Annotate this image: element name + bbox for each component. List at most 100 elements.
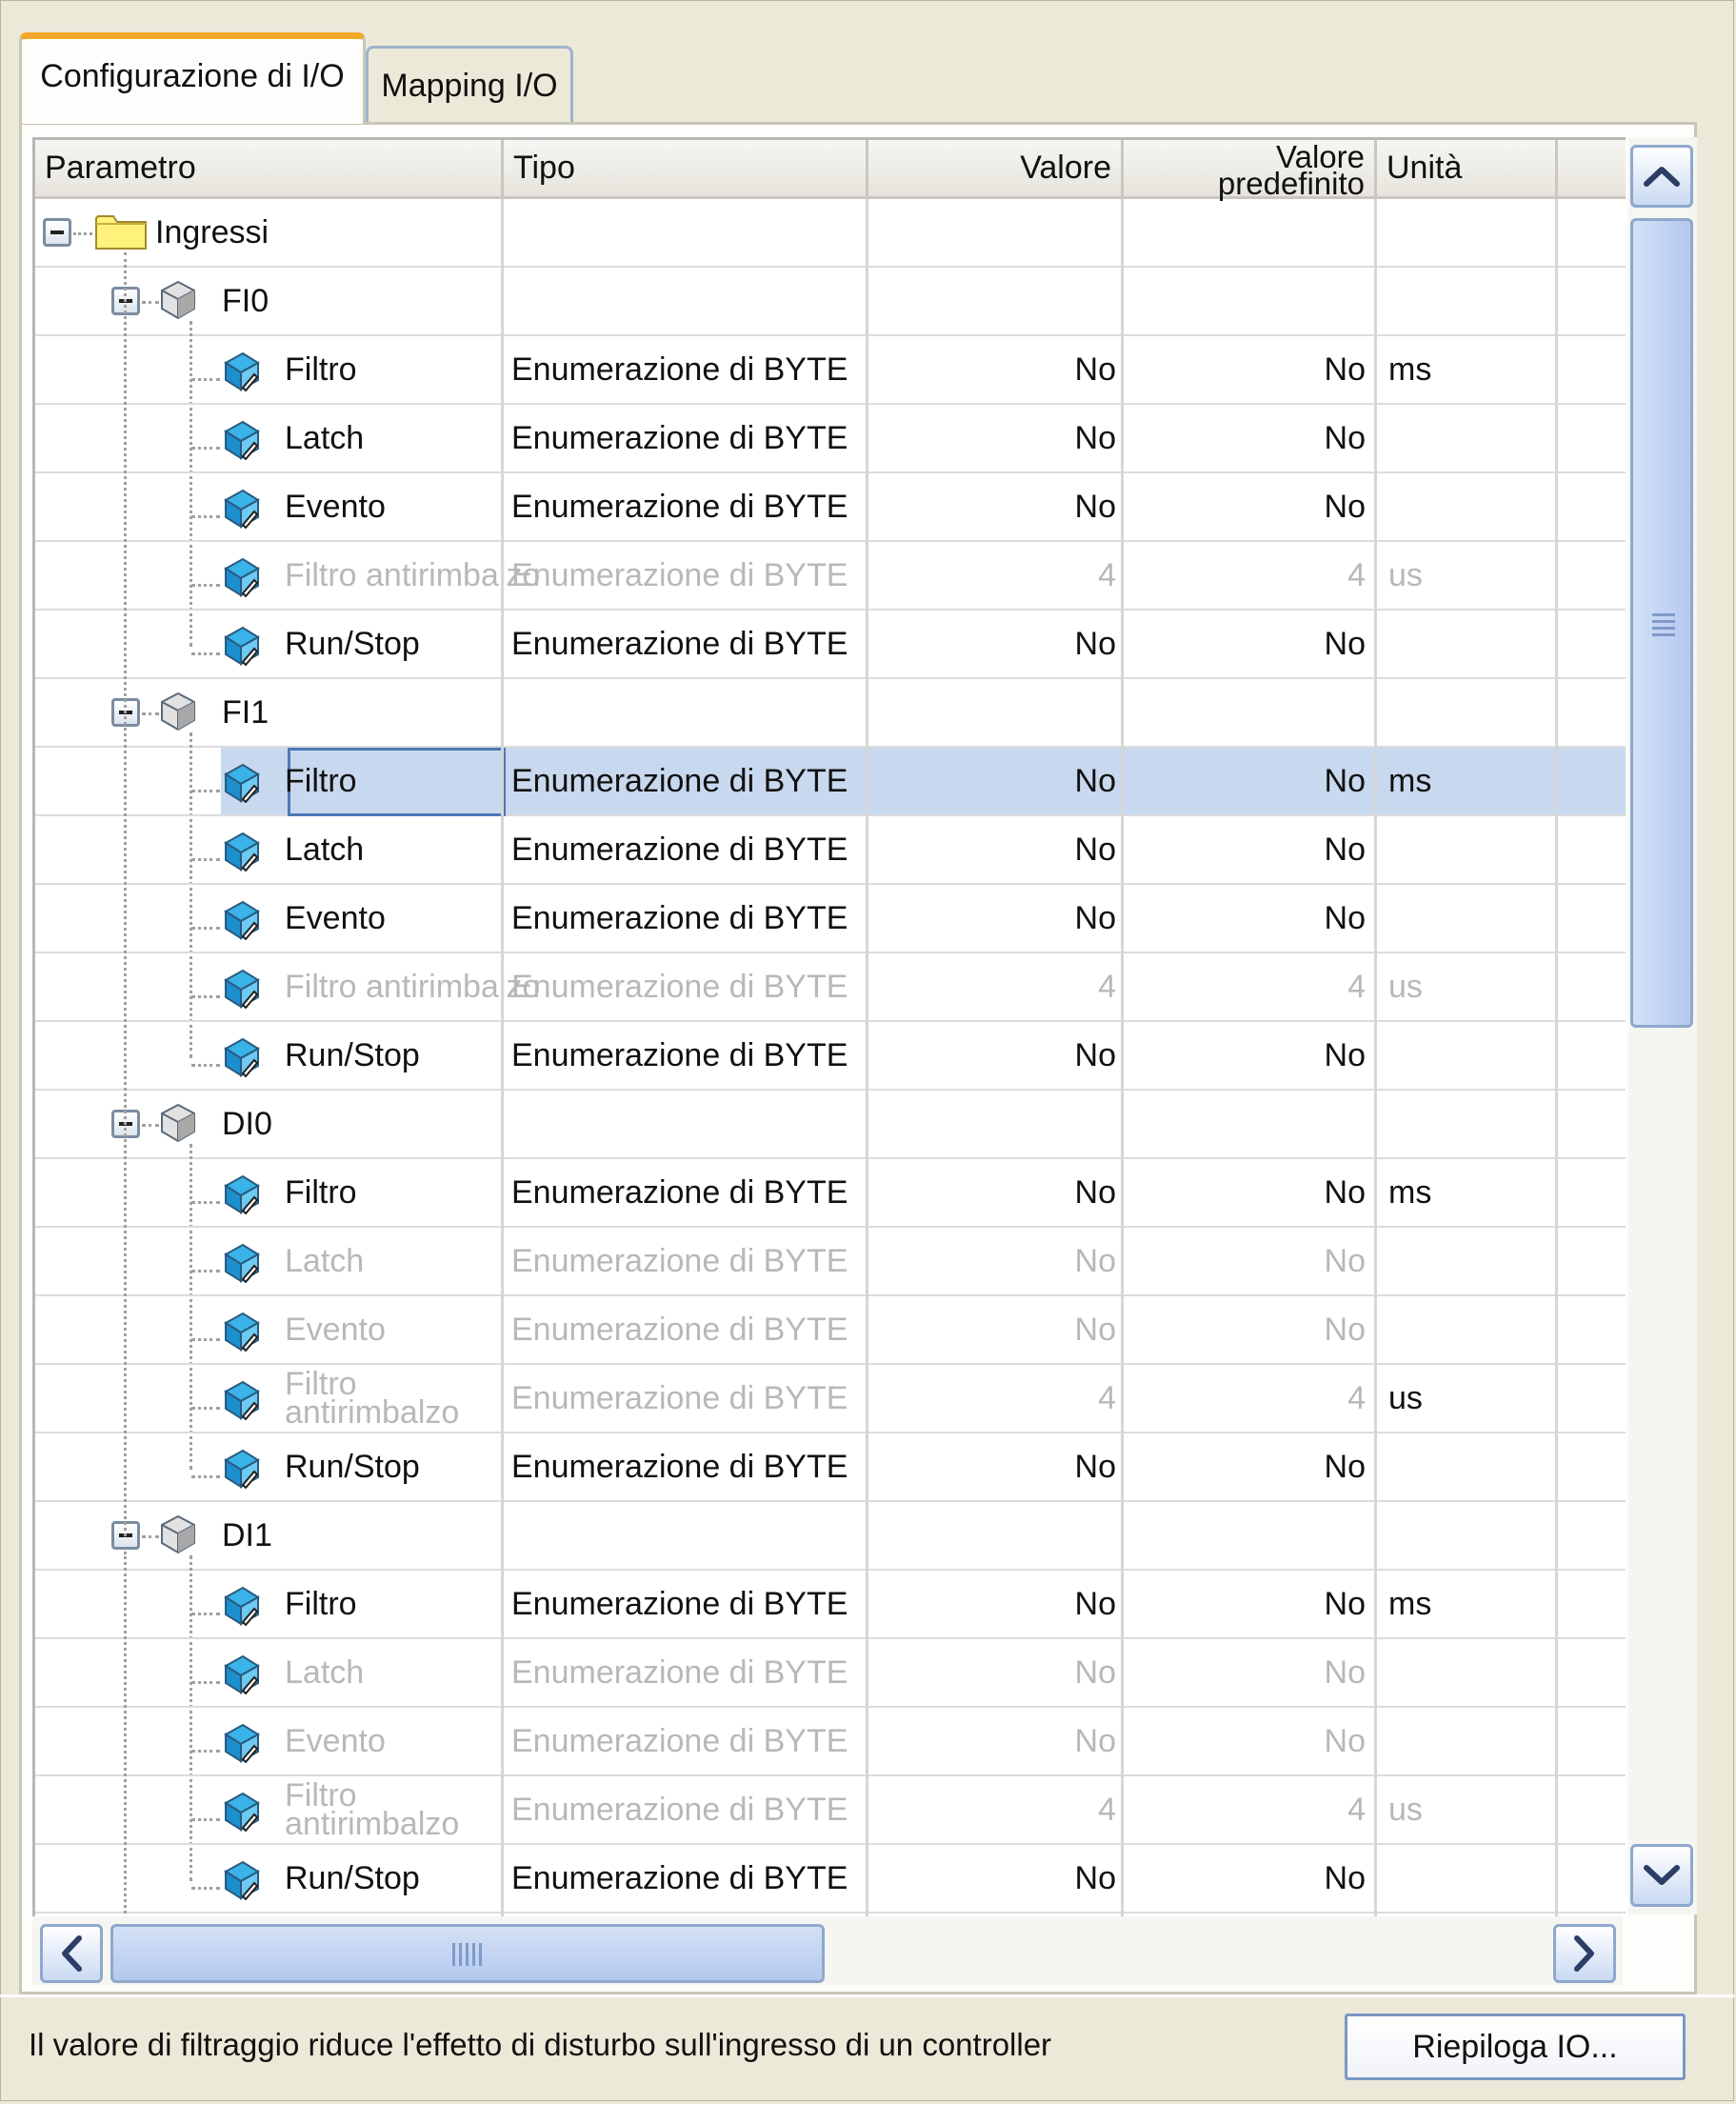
description-text: Il valore di filtraggio riduce l'effetto…: [29, 2027, 1052, 2062]
param-label: Filtro: [285, 351, 357, 388]
table-row[interactable]: Evento Enumerazione di BYTE No No: [35, 473, 1626, 542]
table-row[interactable]: Run/Stop Enumerazione di BYTE No No: [35, 1022, 1626, 1091]
collapse-minus-icon[interactable]: [43, 218, 71, 247]
vertical-scrollbar[interactable]: [1628, 137, 1697, 1914]
table-row[interactable]: Latch Enumerazione di BYTE No No: [35, 816, 1626, 885]
chevron-up-icon[interactable]: [1630, 145, 1693, 208]
device-cube-icon: [159, 1102, 197, 1149]
column-header-valore[interactable]: Valore: [868, 140, 1124, 199]
parameter-grid: Parametro Tipo Valore Valore predefinito…: [32, 137, 1626, 1917]
type-cell: Enumerazione di BYTE: [511, 556, 848, 593]
chevron-right-icon[interactable]: [1553, 1924, 1616, 1983]
parameter-cube-icon: [222, 830, 260, 876]
default-value-cell: No: [1324, 1722, 1366, 1759]
parameter-cube-icon: [222, 1241, 260, 1288]
value-cell[interactable]: 4: [868, 542, 1116, 609]
tab-configurazione-io[interactable]: Configurazione di I/O: [19, 32, 366, 124]
value-cell[interactable]: No: [868, 1845, 1116, 1912]
table-row[interactable]: Latch Enumerazione di BYTE No No: [35, 1639, 1626, 1708]
default-value-cell: 4: [1347, 556, 1366, 593]
horizontal-scrollbar[interactable]: [32, 1916, 1623, 1985]
param-label: Latch: [285, 831, 365, 868]
param-label: Run/Stop: [285, 1859, 420, 1896]
parameter-cube-icon: [222, 1447, 260, 1493]
table-row[interactable]: Filtro Enumerazione di BYTE No No ms: [35, 1571, 1626, 1639]
param-label: Run/Stop: [285, 625, 420, 662]
parameter-cube-icon: [222, 487, 260, 533]
table-row[interactable]: Filtro antirimbalzo Enumerazione di BYTE …: [35, 1365, 1626, 1433]
type-cell: Enumerazione di BYTE: [511, 1653, 848, 1691]
value-cell[interactable]: No: [868, 1639, 1116, 1706]
param-label: Filtro: [285, 1173, 357, 1211]
value-cell[interactable]: No: [868, 405, 1116, 471]
tree-row-group[interactable]: FI0: [35, 268, 1626, 336]
unit-cell: [1388, 405, 1554, 471]
column-header-parametro[interactable]: Parametro: [35, 140, 504, 199]
table-row[interactable]: Filtro antirimbalzo Enumerazione di BYTE…: [35, 953, 1626, 1022]
unit-cell: ms: [1388, 1585, 1432, 1622]
vertical-scroll-thumb[interactable]: [1630, 218, 1693, 1028]
value-cell[interactable]: No: [868, 336, 1116, 403]
table-row[interactable]: Filtro antirimbalzo Enumerazione di BYTE …: [35, 1776, 1626, 1845]
table-row[interactable]: Evento Enumerazione di BYTE No No: [35, 885, 1626, 953]
value-cell[interactable]: 4: [868, 1365, 1116, 1432]
value-cell[interactable]: 4: [868, 953, 1116, 1020]
group-label: DI1: [222, 1516, 272, 1553]
param-label: Evento: [285, 488, 386, 525]
value-cell[interactable]: No: [868, 1022, 1116, 1089]
value-cell[interactable]: No: [868, 1159, 1116, 1226]
riepiloga-io-button[interactable]: Riepiloga IO...: [1345, 2014, 1686, 2080]
value-cell[interactable]: No: [868, 611, 1116, 677]
horizontal-scroll-thumb[interactable]: [110, 1924, 825, 1983]
value-cell[interactable]: No: [868, 1296, 1116, 1363]
table-row[interactable]: Run/Stop Enumerazione di BYTE No No: [35, 1433, 1626, 1502]
table-row[interactable]: Filtro Enumerazione di BYTE No No ms: [35, 1159, 1626, 1228]
tree-row-group[interactable]: DI1: [35, 1502, 1626, 1571]
value-cell[interactable]: No: [868, 1433, 1116, 1500]
type-cell: Enumerazione di BYTE: [511, 1859, 848, 1896]
table-row[interactable]: Filtro antirimbalzo Enumerazione di BYTE…: [35, 542, 1626, 611]
table-row[interactable]: Filtro Enumerazione di BYTE No No ms: [35, 748, 1626, 816]
param-label: Latch: [285, 1242, 365, 1279]
table-row[interactable]: Latch Enumerazione di BYTE No No: [35, 1228, 1626, 1296]
tab-label: Configurazione di I/O: [40, 58, 345, 94]
column-header-unita[interactable]: Unità: [1377, 140, 1558, 199]
column-header-valore-predefinito[interactable]: Valore predefinito: [1124, 140, 1377, 199]
value-cell[interactable]: No: [868, 885, 1116, 952]
chevron-left-icon[interactable]: [40, 1924, 103, 1983]
table-row[interactable]: Filtro Enumerazione di BYTE No No ms: [35, 336, 1626, 405]
value-cell[interactable]: No: [868, 473, 1116, 540]
value-cell[interactable]: No: [868, 1571, 1116, 1637]
unit-cell: [1388, 885, 1554, 952]
tree-row-group[interactable]: DI0: [35, 1091, 1626, 1159]
table-row[interactable]: Evento Enumerazione di BYTE No No: [35, 1708, 1626, 1776]
parameter-cube-icon: [222, 761, 260, 808]
table-row[interactable]: Run/Stop Enumerazione di BYTE No No: [35, 1845, 1626, 1914]
default-value-cell: No: [1324, 1311, 1366, 1348]
default-value-cell: No: [1324, 1036, 1366, 1073]
param-label: Filtro: [285, 1585, 357, 1622]
value-cell[interactable]: No: [868, 748, 1116, 814]
column-header-tipo[interactable]: Tipo: [504, 140, 868, 199]
tab-mapping-io[interactable]: Mapping I/O: [366, 46, 573, 124]
value-cell[interactable]: No: [868, 816, 1116, 883]
unit-cell: [1388, 1433, 1554, 1500]
default-value-cell: No: [1324, 1242, 1366, 1279]
default-value-cell: 4: [1347, 1379, 1366, 1416]
unit-cell: [1388, 1228, 1554, 1294]
default-value-cell: No: [1324, 1448, 1366, 1485]
param-label: Filtro: [285, 762, 357, 799]
table-row[interactable]: Latch Enumerazione di BYTE No No: [35, 405, 1626, 473]
column-header-spacer: [1558, 140, 1626, 199]
value-cell[interactable]: No: [868, 1708, 1116, 1774]
unit-cell: [1388, 1845, 1554, 1912]
table-row[interactable]: Run/Stop Enumerazione di BYTE No No: [35, 611, 1626, 679]
value-cell[interactable]: 4: [868, 1776, 1116, 1843]
chevron-down-icon[interactable]: [1630, 1844, 1693, 1907]
tree-row-root[interactable]: Ingressi: [35, 199, 1626, 268]
unit-cell: us: [1388, 1379, 1423, 1416]
tree-row-group[interactable]: FI1: [35, 679, 1626, 748]
value-cell[interactable]: No: [868, 1228, 1116, 1294]
table-row[interactable]: Evento Enumerazione di BYTE No No: [35, 1296, 1626, 1365]
group-label: DI0: [222, 1105, 272, 1142]
